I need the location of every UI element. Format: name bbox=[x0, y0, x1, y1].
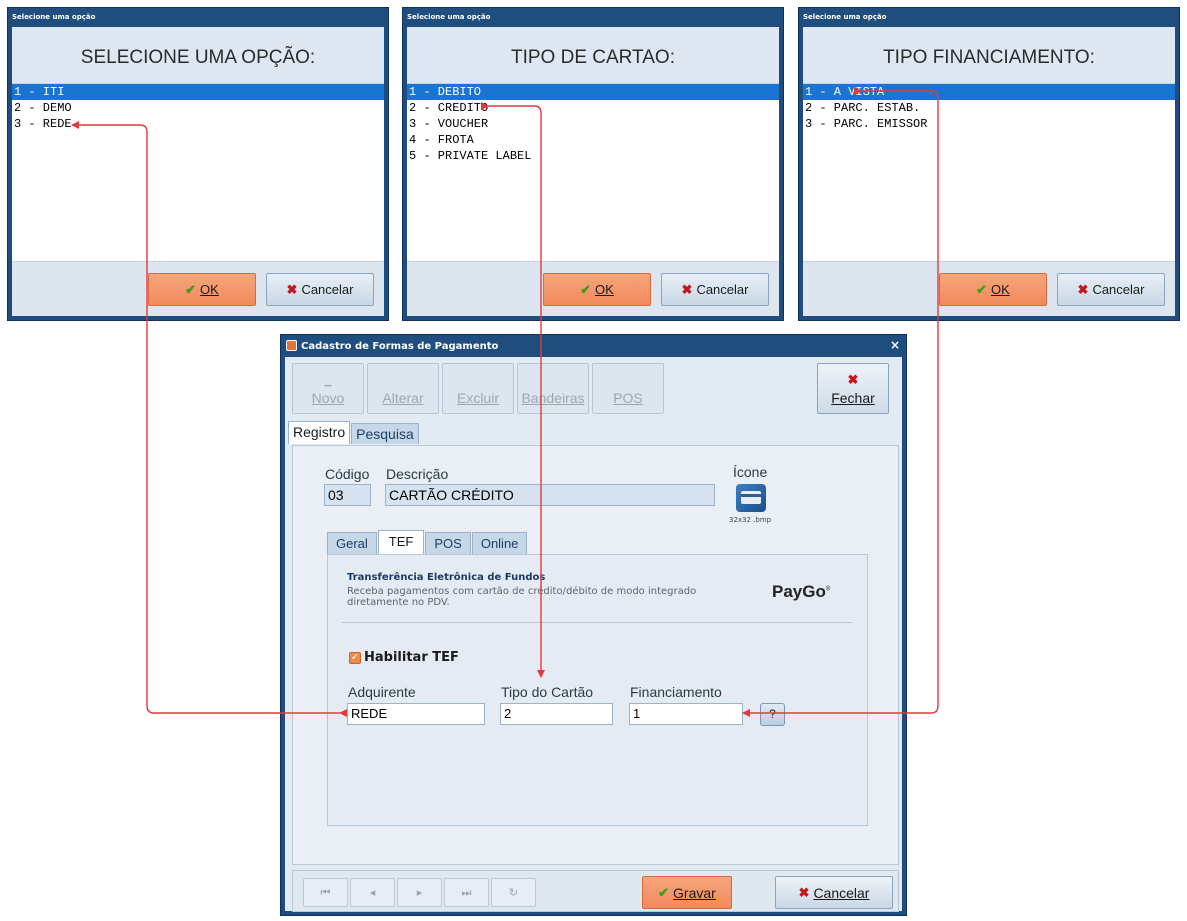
adquirente-field[interactable]: REDE bbox=[347, 703, 485, 725]
codigo-field[interactable]: 03 bbox=[324, 484, 371, 506]
last-record-icon[interactable]: ⏭ bbox=[444, 878, 489, 907]
ok-button[interactable]: ✔ OK bbox=[148, 273, 256, 306]
option-list: 1 - A VISTA 2 - PARC. ESTAB. 3 - PARC. E… bbox=[803, 84, 1175, 265]
gravar-button[interactable]: ✔ Gravar bbox=[642, 876, 732, 909]
list-item[interactable]: 1 - DEBITO bbox=[407, 84, 779, 100]
excluir-button[interactable]: Excluir bbox=[442, 363, 514, 414]
list-item[interactable]: 1 - A VISTA bbox=[803, 84, 1175, 100]
tab-tef[interactable]: TEF bbox=[377, 530, 425, 554]
check-icon: ✔ bbox=[976, 281, 988, 297]
option-list: 1 - ITI 2 - DEMO 3 - REDE bbox=[12, 84, 384, 265]
dialog-tipo-cartao: Selecione uma opção TIPO DE CARTAO: 1 - … bbox=[402, 7, 784, 321]
next-record-icon[interactable]: ▸ bbox=[397, 878, 442, 907]
icone-label: Ícone bbox=[733, 464, 768, 480]
tab-pos[interactable]: POS bbox=[425, 532, 471, 554]
new-icon: ▁ bbox=[324, 376, 332, 386]
help-button[interactable]: ? bbox=[760, 703, 785, 726]
close-icon: ✖ bbox=[847, 371, 859, 387]
paygo-logo: PayGo® bbox=[772, 582, 831, 601]
cancel-button[interactable]: ✖ Cancelar bbox=[266, 273, 374, 306]
list-item[interactable]: 5 - PRIVATE LABEL bbox=[407, 148, 779, 164]
tipo-cartao-field[interactable]: 2 bbox=[500, 703, 613, 725]
close-icon: ✖ bbox=[286, 281, 298, 297]
financiamento-field[interactable]: 1 bbox=[629, 703, 743, 725]
financiamento-label: Financiamento bbox=[630, 684, 722, 700]
dialog-title: Selecione uma opção bbox=[407, 13, 491, 21]
cancel-button[interactable]: ✖ Cancelar bbox=[661, 273, 769, 306]
tab-pesquisa[interactable]: Pesquisa bbox=[351, 423, 419, 444]
tab-geral[interactable]: Geral bbox=[327, 532, 377, 554]
dialog-heading: SELECIONE UMA OPÇÃO: bbox=[12, 27, 384, 84]
tef-title: Transferência Eletrônica de Fundos bbox=[347, 572, 546, 583]
dialog-financiamento: Selecione uma opção TIPO FINANCIAMENTO: … bbox=[798, 7, 1180, 321]
bandeiras-button[interactable]: Bandeiras bbox=[517, 363, 589, 414]
first-record-icon[interactable]: ⏮ bbox=[303, 878, 348, 907]
pos-button[interactable]: POS bbox=[592, 363, 664, 414]
dialog-title: Selecione uma opção bbox=[12, 13, 96, 21]
adquirente-label: Adquirente bbox=[348, 684, 416, 700]
list-item[interactable]: 2 - CREDITO bbox=[407, 100, 779, 116]
option-list: 1 - DEBITO 2 - CREDITO 3 - VOUCHER 4 - F… bbox=[407, 84, 779, 265]
close-icon: ✖ bbox=[798, 884, 810, 900]
list-item[interactable]: 1 - ITI bbox=[12, 84, 384, 100]
tab-online[interactable]: Online bbox=[471, 532, 528, 554]
ok-button[interactable]: ✔ OK bbox=[939, 273, 1047, 306]
refresh-icon[interactable]: ↻ bbox=[491, 878, 536, 907]
descricao-label: Descrição bbox=[386, 466, 449, 482]
prev-record-icon[interactable]: ◂ bbox=[350, 878, 395, 907]
registro-panel: Código 03 Descrição CARTÃO CRÉDITO Ícone… bbox=[292, 445, 899, 865]
check-icon: ✔ bbox=[658, 884, 670, 900]
close-icon: ✖ bbox=[1077, 281, 1089, 297]
check-icon: ✔ bbox=[580, 281, 592, 297]
window-close-icon[interactable]: × bbox=[890, 338, 900, 352]
cancelar-button[interactable]: ✖ Cancelar bbox=[775, 876, 893, 909]
list-item[interactable]: 2 - PARC. ESTAB. bbox=[803, 100, 1175, 116]
habilitar-tef-label: Habilitar TEF bbox=[364, 650, 459, 665]
credit-card-icon[interactable] bbox=[736, 484, 766, 512]
fechar-button[interactable]: ✖ Fechar bbox=[817, 363, 889, 414]
list-item[interactable]: 3 - REDE bbox=[12, 116, 384, 132]
tipo-cartao-label: Tipo do Cartão bbox=[501, 684, 594, 700]
close-icon: ✖ bbox=[681, 281, 693, 297]
window-title: Cadastro de Formas de Pagamento bbox=[301, 341, 499, 352]
check-icon: ✔ bbox=[185, 281, 197, 297]
dialog-title: Selecione uma opção bbox=[803, 13, 887, 21]
alterar-button[interactable]: Alterar bbox=[367, 363, 439, 414]
divider bbox=[342, 622, 852, 623]
list-item[interactable]: 3 - PARC. EMISSOR bbox=[803, 116, 1175, 132]
tef-panel: Transferência Eletrônica de Fundos Receb… bbox=[327, 554, 868, 826]
cancel-button[interactable]: ✖ Cancelar bbox=[1057, 273, 1165, 306]
ok-button[interactable]: ✔ OK bbox=[543, 273, 651, 306]
sub-tabs: Geral TEF POS Online bbox=[327, 530, 528, 554]
record-navigator: ⏮ ◂ ▸ ⏭ ↻ ✔ Gravar ✖ Cancelar bbox=[292, 870, 899, 912]
dialog-heading: TIPO FINANCIAMENTO: bbox=[803, 27, 1175, 84]
tef-description: Receba pagamentos com cartão de crédito/… bbox=[347, 586, 697, 608]
toolbar: ▁ Novo Alterar Excluir Bandeiras POS bbox=[292, 363, 664, 414]
descricao-field[interactable]: CARTÃO CRÉDITO bbox=[385, 484, 715, 506]
app-icon bbox=[286, 340, 297, 351]
payment-methods-window: Cadastro de Formas de Pagamento × ▁ Novo… bbox=[280, 334, 907, 916]
icon-size-label: 32x32 .bmp bbox=[729, 516, 772, 524]
dialog-adquirente: Selecione uma opção SELECIONE UMA OPÇÃO:… bbox=[7, 7, 389, 321]
list-item[interactable]: 2 - DEMO bbox=[12, 100, 384, 116]
main-tabs: Registro Pesquisa bbox=[288, 421, 420, 444]
novo-button[interactable]: ▁ Novo bbox=[292, 363, 364, 414]
codigo-label: Código bbox=[325, 466, 370, 482]
tab-registro[interactable]: Registro bbox=[288, 421, 351, 444]
habilitar-tef-checkbox[interactable]: ✓ bbox=[349, 652, 361, 664]
dialog-heading: TIPO DE CARTAO: bbox=[407, 27, 779, 84]
list-item[interactable]: 4 - FROTA bbox=[407, 132, 779, 148]
list-item[interactable]: 3 - VOUCHER bbox=[407, 116, 779, 132]
